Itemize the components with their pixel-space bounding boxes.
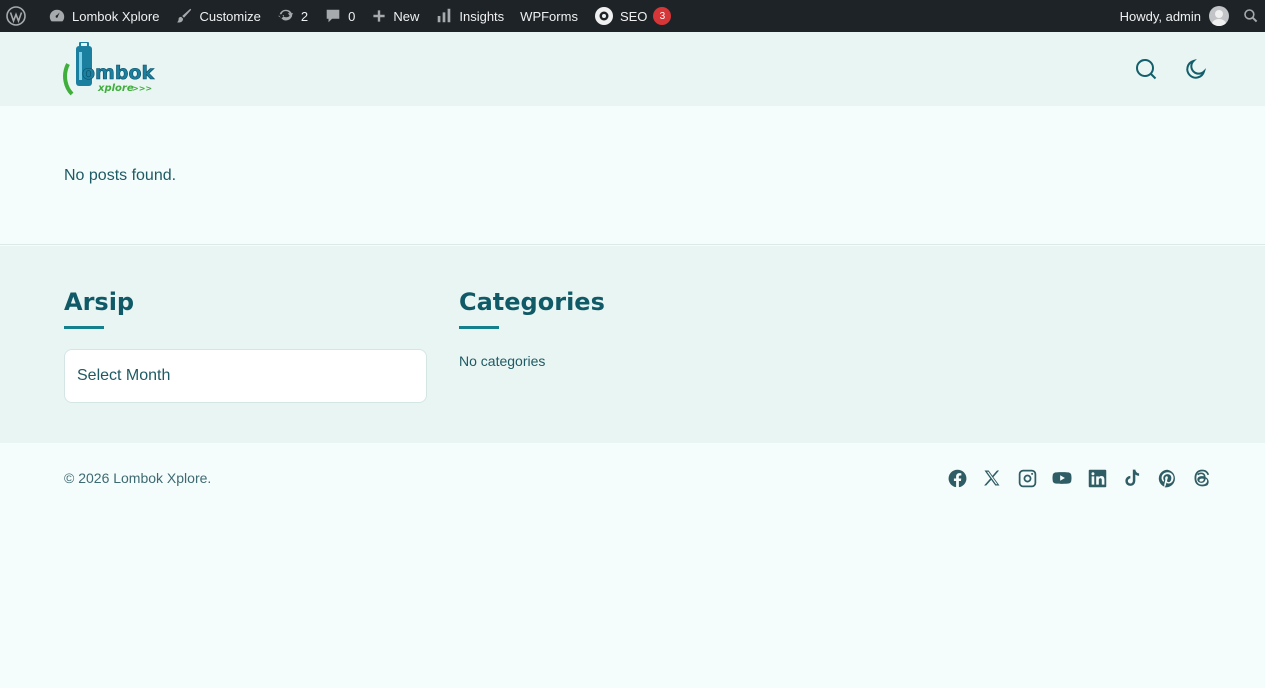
search-icon <box>1136 59 1157 80</box>
pinterest-icon <box>1158 469 1175 487</box>
bar-chart-icon <box>438 8 451 23</box>
admin-bar-right: Howdy, admin <box>1112 0 1265 32</box>
tiktok-icon <box>1125 469 1140 486</box>
facebook-icon <box>948 469 966 487</box>
x-twitter-icon <box>984 470 1000 486</box>
linkedin-link[interactable] <box>1086 467 1108 489</box>
instagram-icon <box>1018 469 1036 487</box>
lombok-xplore-logo-icon: ombok xplore >>> <box>63 41 155 96</box>
seo-gear-icon <box>594 7 613 25</box>
admin-search-menu[interactable] <box>1237 0 1265 32</box>
wpforms-menu[interactable]: WPForms <box>512 0 586 32</box>
plus-icon <box>373 10 385 22</box>
comments-menu[interactable]: 0 <box>316 0 363 32</box>
moon-icon <box>1186 58 1207 79</box>
dashboard-icon <box>49 9 65 22</box>
svg-text:ombok: ombok <box>82 62 155 84</box>
search-icon <box>1244 9 1258 23</box>
social-links <box>946 467 1213 489</box>
no-posts-message: No posts found. <box>64 167 177 184</box>
archive-select-value: Select Month <box>77 367 171 384</box>
seo-notification-badge: 3 <box>653 7 672 25</box>
seo-label: SEO <box>619 8 648 24</box>
insights-menu[interactable]: Insights <box>427 0 512 32</box>
customize-label: Customize <box>199 8 261 24</box>
site-name-menu[interactable]: Lombok Xplore <box>40 0 167 32</box>
insights-label: Insights <box>459 8 505 24</box>
dark-mode-toggle[interactable] <box>1183 56 1209 82</box>
wordpress-logo-menu[interactable] <box>0 0 40 32</box>
admin-bar: Lombok Xplore Customize 2 0 New Insights… <box>0 0 1265 32</box>
categories-widget-title: Categories <box>459 288 605 316</box>
comment-icon <box>326 9 340 23</box>
seo-menu[interactable]: SEO 3 <box>586 0 679 32</box>
archive-month-select[interactable]: Select Month <box>64 349 427 403</box>
new-content-menu[interactable]: New <box>363 0 427 32</box>
howdy-label: Howdy, admin <box>1119 8 1201 24</box>
threads-link[interactable] <box>1191 467 1213 489</box>
pinterest-link[interactable] <box>1156 467 1178 489</box>
search-button[interactable] <box>1133 56 1159 82</box>
youtube-link[interactable] <box>1051 467 1073 489</box>
my-account-menu[interactable]: Howdy, admin <box>1112 0 1237 32</box>
youtube-icon <box>1052 472 1072 484</box>
svg-text:>>>: >>> <box>132 84 152 93</box>
new-label: New <box>393 8 420 24</box>
main-content: No posts found. <box>0 106 1265 245</box>
brush-icon <box>177 8 192 23</box>
avatar <box>1209 6 1229 26</box>
updates-menu[interactable]: 2 <box>269 0 316 32</box>
archive-widget-title: Arsip <box>64 288 135 316</box>
updates-count: 2 <box>300 8 309 24</box>
tiktok-link[interactable] <box>1121 467 1143 489</box>
x-twitter-link[interactable] <box>981 467 1003 489</box>
site-logo[interactable]: ombok xplore >>> <box>62 41 162 96</box>
threads-icon <box>1194 469 1210 487</box>
archive-title-underline <box>64 326 104 329</box>
site-footer: © 2026 Lombok Xplore. <box>0 443 1265 688</box>
linkedin-icon <box>1088 469 1106 487</box>
wpforms-label: WPForms <box>520 8 578 24</box>
svg-text:xplore: xplore <box>97 83 134 94</box>
customize-menu[interactable]: Customize <box>167 0 268 32</box>
categories-title-underline <box>459 326 499 329</box>
site-header: ombok xplore >>> <box>0 32 1265 106</box>
site-name-label: Lombok Xplore <box>72 8 160 24</box>
footer-widgets: Arsip Select Month Categories No categor… <box>0 246 1265 443</box>
instagram-link[interactable] <box>1016 467 1038 489</box>
facebook-link[interactable] <box>946 467 968 489</box>
wordpress-icon <box>6 6 26 26</box>
comments-count: 0 <box>348 8 356 24</box>
copyright-text: © 2026 Lombok Xplore. <box>64 470 212 486</box>
updates-icon <box>278 9 294 21</box>
no-categories-text: No categories <box>459 353 546 369</box>
